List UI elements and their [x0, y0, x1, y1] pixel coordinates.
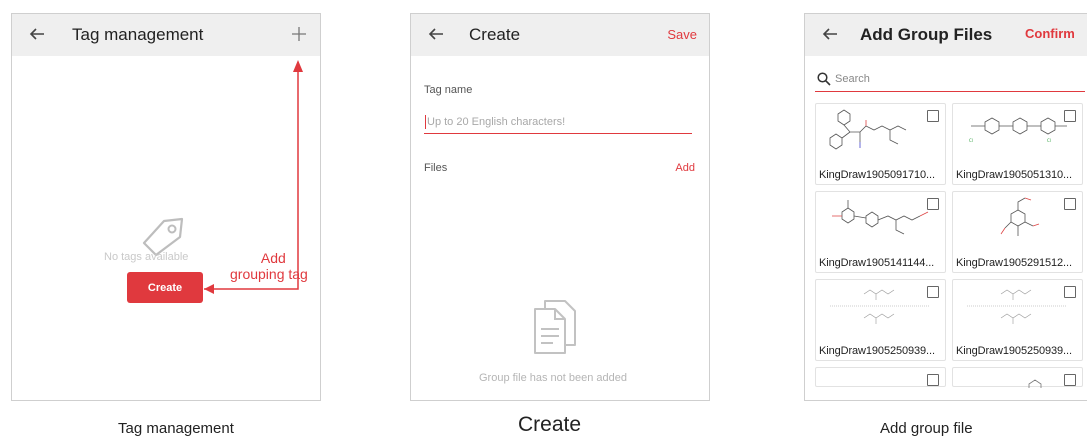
tag-management-screen: Tag management No tags available Create …	[11, 13, 321, 401]
molecule-thumbnail-icon	[1000, 197, 1040, 236]
molecule-thumbnail-icon	[830, 289, 930, 324]
header-bar: Tag management	[12, 14, 320, 56]
select-checkbox[interactable]	[927, 198, 939, 210]
file-card[interactable]: KingDraw1905250939...	[952, 279, 1083, 361]
svg-text:Cl: Cl	[1047, 138, 1051, 143]
file-card[interactable]: KingDraw1905250939...	[815, 279, 946, 361]
confirm-button[interactable]: Confirm	[1025, 26, 1075, 41]
page-title: Tag management	[72, 25, 204, 44]
select-checkbox[interactable]	[1064, 286, 1076, 298]
tag-name-input[interactable]	[424, 110, 692, 134]
select-checkbox[interactable]	[927, 110, 939, 122]
page-title: Create	[469, 25, 521, 44]
caption-tag-management: Tag management	[118, 420, 234, 437]
page-title: Add Group Files	[860, 25, 993, 44]
add-group-files-screen: Add Group Files Confirm Search KingDraw1…	[804, 13, 1087, 401]
svg-text:Cl: Cl	[969, 138, 973, 143]
back-arrow-icon[interactable]	[425, 23, 447, 45]
empty-state-text: Group file has not been added	[479, 372, 628, 384]
file-name: KingDraw1905250939...	[819, 345, 935, 357]
back-arrow-icon[interactable]	[819, 23, 841, 45]
file-card[interactable]: KingDraw1905141144...	[815, 191, 946, 273]
annotation-line-1: Add	[260, 250, 286, 266]
select-checkbox[interactable]	[1064, 374, 1076, 386]
molecule-thumbnail-icon	[829, 109, 907, 150]
file-card[interactable]: KingDraw1905291512...	[952, 191, 1083, 273]
select-checkbox[interactable]	[927, 374, 939, 386]
select-checkbox[interactable]	[1064, 110, 1076, 122]
header-bar: Add Group Files Confirm	[805, 14, 1087, 56]
file-name: KingDraw1905091710...	[819, 169, 935, 181]
caption-add-group-file: Add group file	[880, 420, 973, 437]
header-bar: Create Save	[411, 14, 709, 56]
tag-name-label: Tag name	[424, 84, 473, 96]
create-button[interactable]: Create	[127, 272, 203, 303]
molecule-thumbnail-icon	[967, 289, 1067, 324]
molecule-thumbnail-icon	[832, 200, 929, 235]
molecule-thumbnail-icon: Cl Cl	[969, 117, 1067, 143]
file-card[interactable]: Cl Cl KingDraw1905051310...	[952, 103, 1083, 185]
molecule-thumbnail-icon	[1028, 379, 1042, 388]
file-card[interactable]: KingDraw1905091710...	[815, 103, 946, 185]
file-card[interactable]	[815, 367, 946, 387]
back-arrow-icon[interactable]	[26, 23, 48, 45]
file-card[interactable]	[952, 367, 1083, 388]
annotation-line-2: grouping tag	[230, 266, 308, 282]
file-name: KingDraw1905141144...	[819, 257, 935, 269]
add-icon[interactable]	[288, 23, 310, 45]
search-icon	[817, 72, 831, 86]
save-button[interactable]: Save	[667, 27, 697, 42]
file-name: KingDraw1905051310...	[956, 169, 1072, 181]
file-name: KingDraw1905250939...	[956, 345, 1072, 357]
annotation-label: Add grouping tag	[230, 250, 308, 282]
create-screen: Create Save Tag name Files Add Group fil…	[410, 13, 710, 401]
add-files-button[interactable]: Add	[675, 162, 695, 174]
search-bar[interactable]: Search	[815, 70, 1085, 92]
empty-state-text: No tags available	[104, 251, 189, 263]
file-name: KingDraw1905291512...	[956, 257, 1072, 269]
files-document-icon	[534, 300, 576, 354]
annotation-arrow	[204, 60, 303, 294]
select-checkbox[interactable]	[1064, 198, 1076, 210]
files-label: Files	[424, 162, 448, 174]
caption-create: Create	[518, 413, 582, 436]
search-input[interactable]: Search	[835, 73, 870, 85]
text-cursor	[425, 115, 426, 129]
select-checkbox[interactable]	[927, 286, 939, 298]
